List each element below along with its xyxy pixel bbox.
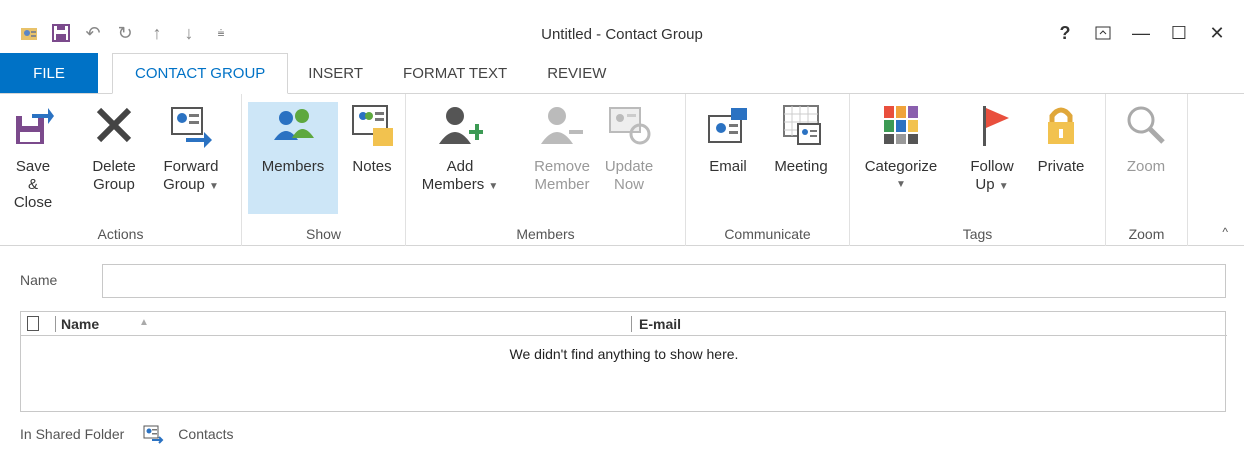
follow-up-line-2: Up ▼ (975, 176, 1008, 196)
save-close-label-2: Close (13, 194, 53, 211)
follow-up-label-1: Follow (970, 158, 1014, 175)
members-view-button[interactable]: Members (248, 102, 338, 214)
remove-member-button[interactable]: Remove Member (530, 102, 594, 214)
window-controls: ? — ☐ ✕ (1046, 18, 1236, 48)
save-close-button[interactable]: Save & Close (10, 102, 56, 214)
group-label-tags: Tags (962, 226, 993, 242)
title-bar: ↶ ↻ ↑ ↓ ⩧ Untitled - Contact Group ? — ☐… (0, 0, 1244, 54)
tab-contact-group[interactable]: CONTACT GROUP (112, 53, 289, 94)
close-icon[interactable]: ✕ (1198, 18, 1236, 48)
column-header-name[interactable]: Name (61, 316, 99, 332)
meeting-label: Meeting (774, 158, 828, 175)
ribbon-display-options-icon[interactable] (1084, 18, 1122, 48)
flag-icon (983, 106, 1009, 146)
notes-icon (352, 105, 393, 146)
add-members-button[interactable]: Add Members ▼ (420, 102, 500, 214)
name-label: Name (20, 272, 58, 288)
categorize-button[interactable]: Categorize ▼ (858, 102, 944, 214)
item-type-icon[interactable] (27, 316, 39, 331)
ribbon: Save & Close Delete Group Forward Group … (0, 94, 1244, 246)
list-header: Name ▲ E-mail (21, 312, 1227, 336)
group-members: Add Members ▼ Remove Member Update Now M… (406, 94, 686, 246)
private-label: Private (1037, 158, 1085, 175)
tab-file[interactable]: FILE (0, 53, 98, 93)
add-members-label-1: Add (446, 158, 474, 175)
notes-label: Notes (352, 158, 392, 175)
column-header-email[interactable]: E-mail (639, 316, 681, 332)
remove-member-icon (541, 107, 583, 144)
update-now-button[interactable]: Update Now (600, 102, 658, 214)
private-button[interactable]: Private (1030, 102, 1092, 214)
members-icon (274, 109, 314, 140)
tab-insert[interactable]: INSERT (288, 53, 383, 93)
add-members-label-2: Members (421, 176, 485, 193)
delete-group-label-1: Delete (92, 158, 136, 175)
forward-group-button[interactable]: Forward Group ▼ (154, 102, 228, 214)
column-divider[interactable] (631, 316, 632, 332)
forward-group-label-2: Group (163, 176, 205, 193)
help-button[interactable]: ? (1046, 18, 1084, 48)
group-label-show: Show (305, 226, 342, 242)
update-now-label-2: Now (613, 176, 644, 193)
notes-button[interactable]: Notes (344, 102, 400, 214)
column-divider[interactable] (55, 316, 56, 332)
group-label-communicate: Communicate (724, 226, 811, 242)
categorize-label: Categorize (864, 158, 938, 175)
contacts-folder-icon[interactable] (142, 424, 164, 444)
name-field[interactable] (102, 264, 1226, 298)
delete-x-icon (96, 107, 132, 143)
remove-member-label-2: Member (534, 176, 590, 193)
meeting-button[interactable]: Meeting (764, 102, 838, 214)
group-label-zoom: Zoom (1128, 226, 1165, 242)
group-zoom: Zoom Zoom (1106, 94, 1188, 246)
email-button[interactable]: Email (700, 102, 756, 214)
forward-group-label-1: Forward (163, 158, 219, 175)
update-now-icon (609, 107, 651, 145)
follow-up-label-2: Up (975, 176, 995, 193)
categorize-icon (884, 106, 918, 144)
email-card-icon (708, 108, 747, 143)
add-members-line-2: Members ▼ (422, 176, 499, 196)
save-close-icon (16, 108, 54, 144)
forward-group-icon (171, 107, 212, 148)
collapse-ribbon-icon[interactable]: ^ (1222, 225, 1228, 239)
chevron-down-icon: ▼ (208, 181, 219, 192)
empty-list-message: We didn't find anything to show here. (509, 346, 739, 362)
save-close-label-1: Save & (15, 158, 51, 193)
shared-folder-name[interactable]: Contacts (178, 426, 233, 442)
chevron-down-icon: ▼ (488, 181, 499, 192)
ribbon-tabs: FILE CONTACT GROUP INSERT FORMAT TEXT RE… (0, 53, 1244, 94)
update-now-label-1: Update (604, 158, 654, 175)
members-list: Name ▲ E-mail We didn't find anything to… (20, 311, 1227, 412)
maximize-icon[interactable]: ☐ (1160, 18, 1198, 48)
group-actions: Save & Close Delete Group Forward Group … (0, 94, 242, 246)
forward-group-line-2: Group ▼ (163, 176, 219, 196)
lock-icon (1048, 107, 1074, 144)
follow-up-button[interactable]: Follow Up ▼ (962, 102, 1022, 214)
group-communicate: Email Meeting Communicate (686, 94, 850, 246)
chevron-down-icon: ▼ (896, 179, 906, 190)
add-member-icon (439, 107, 483, 144)
group-tags: Categorize ▼ Follow Up ▼ Private Tags (850, 94, 1106, 246)
members-view-label: Members (261, 158, 325, 175)
remove-member-label-1: Remove (534, 158, 590, 175)
meeting-calendar-icon (783, 105, 821, 145)
shared-folder-info: In Shared Folder Contacts (20, 424, 234, 444)
shared-folder-label: In Shared Folder (20, 426, 125, 442)
group-show: Members Notes Show (242, 94, 406, 246)
tab-review[interactable]: REVIEW (527, 53, 626, 93)
group-label-actions: Actions (97, 226, 144, 242)
group-label-members: Members (516, 226, 575, 242)
delete-group-label-2: Group (93, 176, 135, 193)
tab-format-text[interactable]: FORMAT TEXT (383, 53, 527, 93)
magnifier-icon (1127, 106, 1165, 144)
zoom-button[interactable]: Zoom (1118, 102, 1174, 214)
delete-group-button[interactable]: Delete Group (86, 102, 142, 214)
email-label: Email (709, 158, 747, 175)
zoom-label: Zoom (1126, 158, 1166, 175)
sort-ascending-icon: ▲ (139, 317, 149, 328)
chevron-down-icon: ▼ (998, 181, 1009, 192)
minimize-icon[interactable]: — (1122, 18, 1160, 48)
